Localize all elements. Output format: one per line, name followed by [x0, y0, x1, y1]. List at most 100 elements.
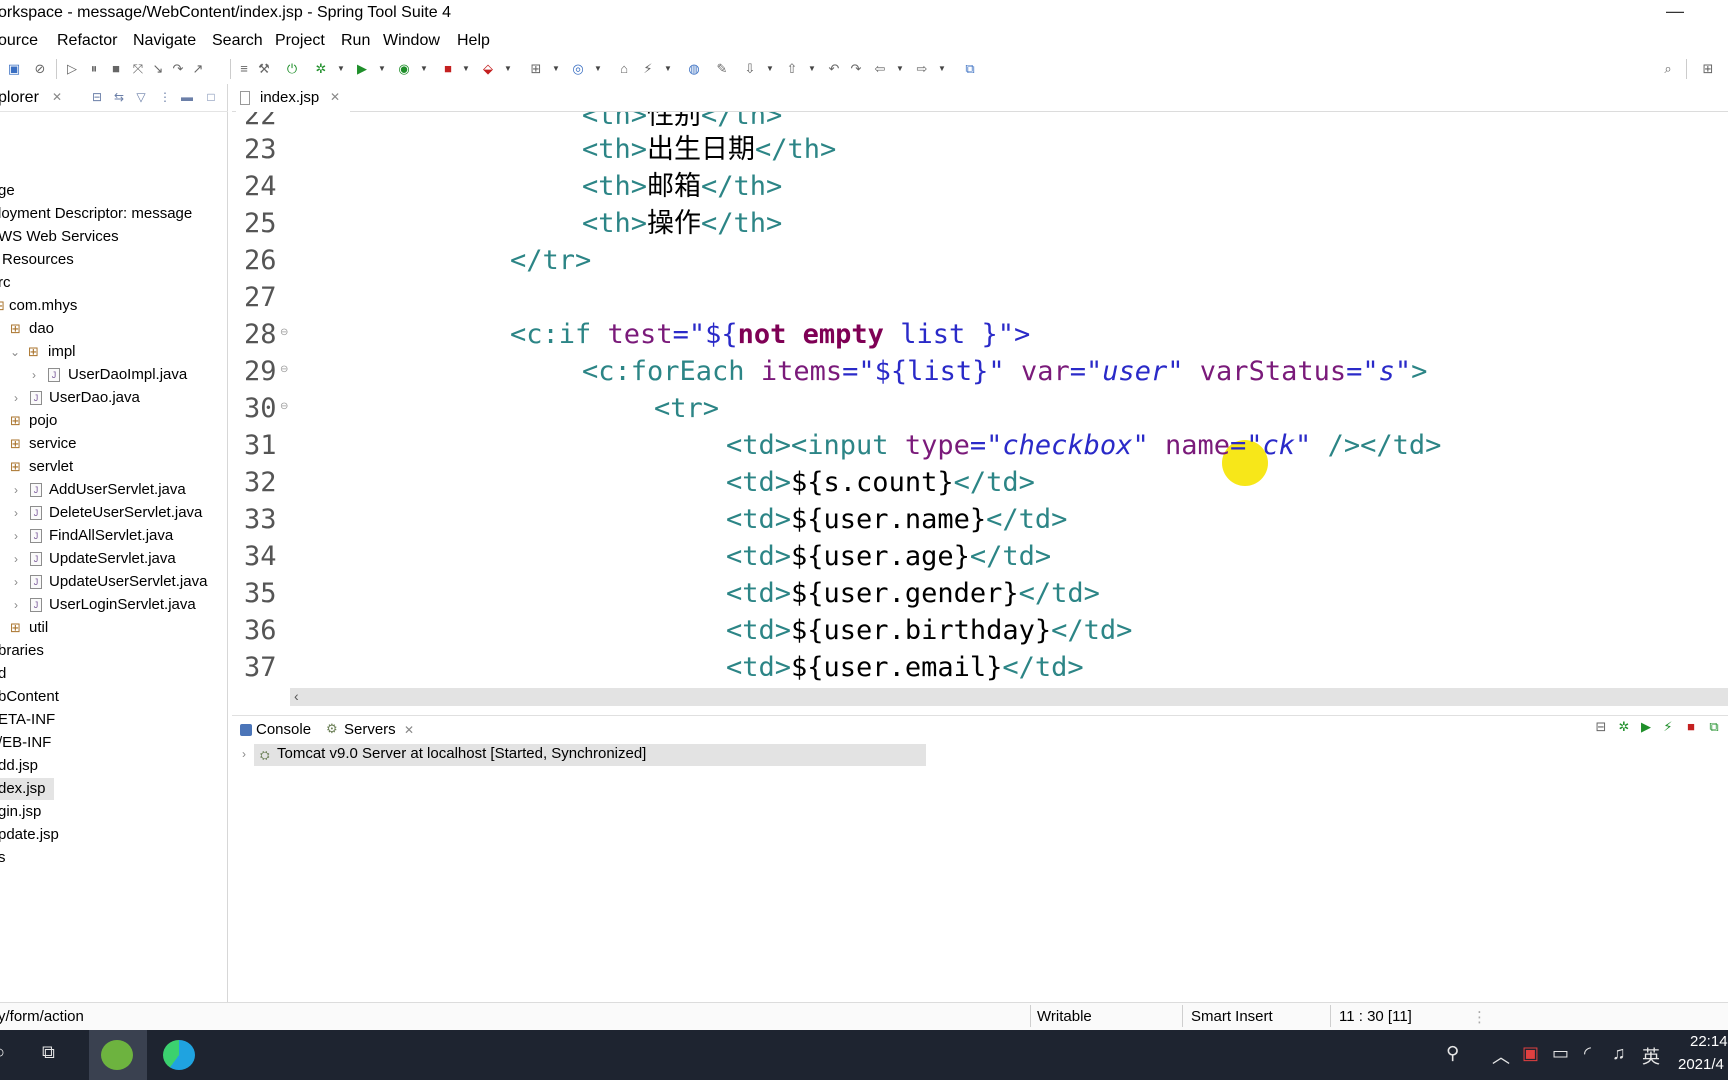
volume-icon[interactable]: ♫	[1612, 1043, 1626, 1064]
coverage-dropdown-icon[interactable]: ▼	[420, 61, 428, 77]
security-icon[interactable]: ▣	[1522, 1043, 1539, 1064]
disconnect-icon[interactable]: ⤧	[130, 61, 146, 77]
collapse-all-icon[interactable]: ⊟	[90, 90, 104, 104]
minimize-view-icon[interactable]: ▬	[180, 90, 194, 104]
explorer-tab[interactable]: plorer	[0, 89, 39, 107]
chevron-up-icon[interactable]: ︿	[1492, 1043, 1510, 1069]
tree-item[interactable]: braries	[0, 640, 44, 662]
fold-icon[interactable]: ⊖	[280, 327, 288, 338]
tree-item[interactable]: ETA-INF	[0, 709, 55, 731]
next-annotation-icon[interactable]: ⇩	[742, 61, 758, 77]
tree-item[interactable]: bContent	[0, 686, 59, 708]
forward-edit-icon[interactable]: ↷	[848, 61, 864, 77]
menu-help[interactable]: Help	[457, 32, 490, 50]
chevron-right-icon[interactable]: ›	[242, 747, 246, 761]
toggle-mark-icon[interactable]: ≡	[236, 61, 252, 77]
pin-editor-icon[interactable]: ⧉	[962, 61, 978, 77]
debug-dropdown-icon[interactable]: ▼	[337, 61, 345, 77]
external-tools-icon[interactable]: ⬙	[480, 61, 496, 77]
annotation-icon[interactable]: ✎	[714, 61, 730, 77]
code-editor[interactable]: 22 23 24 25 26 27 28 ⊖ 29 ⊖ 30 ⊖ 31 32 3…	[232, 112, 1728, 688]
chevron-right-icon[interactable]: ›	[14, 594, 18, 616]
run-icon[interactable]: ▶	[354, 61, 370, 77]
spring-tool-suite-icon[interactable]	[101, 1040, 133, 1070]
chevron-down-icon[interactable]: ⌄	[10, 341, 20, 363]
forward-dropdown-icon[interactable]: ▼	[938, 61, 946, 77]
chevron-right-icon[interactable]: ›	[14, 387, 18, 409]
step-into-icon[interactable]: ↘	[150, 61, 166, 77]
new-server-dropdown-icon[interactable]: ▼	[552, 61, 560, 77]
tree-item[interactable]: dd.jsp	[0, 755, 38, 777]
tab-console[interactable]: Console	[256, 721, 311, 738]
tree-item-selected[interactable]: dex.jsp	[0, 778, 54, 800]
open-task-icon[interactable]: ⚒	[256, 61, 272, 77]
external-tools-dropdown-icon[interactable]: ▼	[504, 61, 512, 77]
scroll-left-icon[interactable]: ‹	[294, 688, 299, 704]
chevron-right-icon[interactable]: ›	[14, 548, 18, 570]
menu-refactor[interactable]: Refactor	[57, 32, 117, 50]
tree-item[interactable]: loyment Descriptor: message	[0, 203, 192, 225]
menu-run[interactable]: Run	[341, 32, 370, 50]
back-dropdown-icon[interactable]: ▼	[896, 61, 904, 77]
forward-icon[interactable]: ⇨	[914, 61, 930, 77]
tree-item[interactable]: s	[0, 847, 6, 869]
minimize-button[interactable]: —	[1666, 1, 1684, 22]
close-icon[interactable]: ✕	[330, 90, 340, 104]
status-insert-mode[interactable]: Smart Insert	[1191, 1008, 1273, 1025]
debug-server-icon[interactable]: ✲	[1616, 719, 1632, 735]
prev-annotation-dropdown-icon[interactable]: ▼	[808, 61, 816, 77]
people-icon[interactable]: ⚲	[1446, 1043, 1459, 1064]
tree-item[interactable]: WS Web Services	[0, 226, 119, 248]
clock-date[interactable]: 2021/4	[1678, 1056, 1724, 1073]
last-edit-icon[interactable]: ↶	[826, 61, 842, 77]
tree-item[interactable]: gin.jsp	[0, 801, 41, 823]
close-icon[interactable]: ✕	[52, 90, 62, 104]
new-class-dropdown-icon[interactable]: ▼	[594, 61, 602, 77]
view-menu-icon[interactable]: ⋮	[158, 90, 172, 104]
task-view-icon[interactable]: ⧉	[42, 1042, 55, 1063]
stop-dropdown-icon[interactable]: ▼	[462, 61, 470, 77]
back-icon[interactable]: ⇦	[872, 61, 888, 77]
spring-dashboard-icon[interactable]: ⏻	[284, 61, 300, 77]
suspend-icon[interactable]: ⏸	[86, 61, 102, 77]
chevron-right-icon[interactable]: ›	[14, 571, 18, 593]
tree-item[interactable]: d	[0, 663, 6, 685]
fold-icon[interactable]: ⊖	[280, 401, 288, 412]
stop-server-icon[interactable]: ■	[1683, 719, 1699, 735]
search-icon[interactable]: ○	[0, 1042, 5, 1063]
maximize-view-icon[interactable]: □	[204, 90, 218, 104]
menu-window[interactable]: Window	[383, 32, 440, 50]
tree-item[interactable]: Resources	[2, 249, 74, 271]
search-tool-icon[interactable]: ⚡	[640, 61, 656, 77]
new-class-icon[interactable]: ◎	[570, 61, 586, 77]
search-tool-dropdown-icon[interactable]: ▼	[664, 61, 672, 77]
edge-browser-icon[interactable]	[163, 1040, 195, 1070]
profile-server-icon[interactable]: ⚡	[1660, 719, 1676, 735]
step-return-icon[interactable]: ↗	[190, 61, 206, 77]
menu-navigate[interactable]: Navigate	[133, 32, 196, 50]
filter-icon[interactable]: ▽	[134, 90, 148, 104]
tree-item[interactable]: ge	[0, 180, 15, 202]
clock-time[interactable]: 22:14	[1690, 1033, 1728, 1050]
debug-icon[interactable]: ✲	[313, 61, 329, 77]
prev-annotation-icon[interactable]: ⇧	[784, 61, 800, 77]
tab-servers[interactable]: Servers	[344, 721, 396, 738]
resume-icon[interactable]: ▷	[64, 61, 80, 77]
menu-search[interactable]: Search	[212, 32, 263, 50]
start-server-icon[interactable]: ▶	[1638, 719, 1654, 735]
tree-item[interactable]: pdate.jsp	[0, 824, 59, 846]
globe-icon[interactable]: ◍	[686, 61, 702, 77]
chevron-right-icon[interactable]: ›	[14, 502, 18, 524]
menu-project[interactable]: Project	[275, 32, 325, 50]
chevron-right-icon[interactable]: ›	[14, 479, 18, 501]
status-cursor-position[interactable]: 11 : 30 [11]	[1339, 1008, 1412, 1025]
chevron-right-icon[interactable]: ›	[32, 364, 36, 386]
menu-source[interactable]: ource	[0, 32, 38, 50]
run-dropdown-icon[interactable]: ▼	[378, 61, 386, 77]
search-icon[interactable]: ⌕	[1660, 61, 1676, 77]
tree-item[interactable]: rc	[0, 272, 11, 294]
tab-index-jsp[interactable]: index.jsp ✕	[236, 84, 350, 112]
skip-breakpoints-icon[interactable]: ⊘	[32, 61, 48, 77]
next-annotation-dropdown-icon[interactable]: ▼	[766, 61, 774, 77]
collapse-all-icon[interactable]: ⊟	[1593, 719, 1609, 735]
